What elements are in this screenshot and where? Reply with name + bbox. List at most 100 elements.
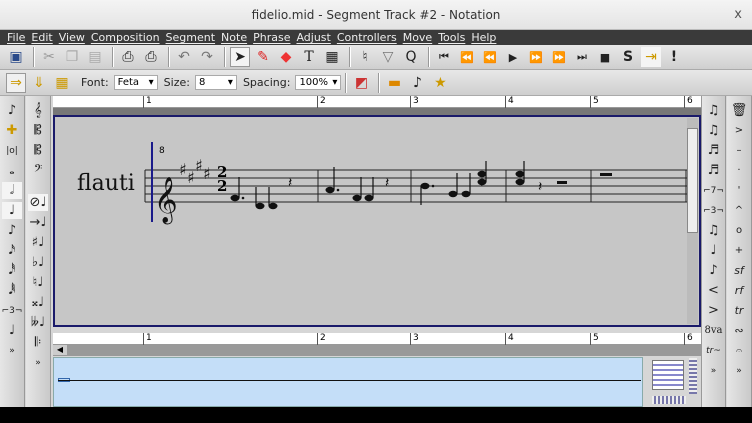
beam-icon[interactable]: ♬: [704, 142, 724, 159]
menu-segment[interactable]: Segment: [163, 30, 219, 45]
natural-icon[interactable]: ♮♩: [28, 274, 48, 291]
more-icon[interactable]: »: [28, 354, 48, 371]
multi-page-icon[interactable]: ▦: [52, 73, 72, 93]
scroll-to-follow-icon[interactable]: ⇥: [641, 47, 661, 67]
more-icon[interactable]: »: [2, 342, 22, 359]
triplet-icon[interactable]: ⌐3¬: [703, 202, 724, 219]
vertical-zoom-slider[interactable]: [689, 358, 697, 394]
guitar-tool-icon[interactable]: ♮: [355, 47, 375, 67]
marker-icon[interactable]: ★: [430, 73, 450, 93]
redo-icon[interactable]: ↷: [197, 47, 217, 67]
menu-edit[interactable]: Edit: [28, 30, 55, 45]
filter-icon[interactable]: ▽: [378, 47, 398, 67]
follow-accidental-icon[interactable]: →♩: [28, 214, 48, 231]
accent-icon[interactable]: >: [729, 122, 749, 139]
quantize-icon[interactable]: Q: [401, 47, 421, 67]
rewind-bar-icon[interactable]: ⏪: [457, 47, 477, 67]
tie-icon[interactable]: ♩: [704, 242, 724, 259]
chord-icon[interactable]: ♪: [704, 262, 724, 279]
goto-start-icon[interactable]: ⏮: [434, 47, 454, 67]
menu-file[interactable]: File: [4, 30, 28, 45]
trash-icon[interactable]: 🗑: [729, 102, 749, 119]
text-tool-icon[interactable]: T: [299, 47, 319, 67]
bottom-ruler[interactable]: 1 2 3 4 5 6: [53, 333, 701, 345]
paste-icon[interactable]: ▤: [85, 47, 105, 67]
ottava-icon[interactable]: 8va: [704, 322, 724, 339]
tenor-clef-icon[interactable]: 𝄡: [28, 142, 48, 159]
play-icon[interactable]: ▶: [503, 47, 523, 67]
panner[interactable]: [53, 357, 643, 407]
zoom-icon[interactable]: [652, 360, 684, 390]
horizontal-zoom-slider[interactable]: [652, 396, 686, 404]
bass-clef-icon[interactable]: 𝄢: [28, 162, 48, 179]
sixtyfourth-note-icon[interactable]: 𝅘𝅥𝅱: [2, 282, 22, 299]
stopped-icon[interactable]: +: [729, 242, 749, 259]
tempo-icon[interactable]: ♪: [407, 73, 427, 93]
half-note-icon[interactable]: 𝅗𝅥: [2, 182, 22, 199]
menu-view[interactable]: View: [56, 30, 88, 45]
menu-controllers[interactable]: Controllers: [334, 30, 400, 45]
treble-clef-icon[interactable]: 𝄞: [28, 102, 48, 119]
menu-tools[interactable]: Tools: [435, 30, 468, 45]
sforzando-icon[interactable]: sf: [729, 262, 749, 279]
staccatissimo-icon[interactable]: ': [729, 182, 749, 199]
more-icon[interactable]: »: [729, 362, 749, 379]
print-preview-icon[interactable]: ⎙: [141, 47, 161, 67]
pencil-icon[interactable]: ✎: [253, 47, 273, 67]
vertical-scrollbar[interactable]: [687, 118, 698, 324]
menu-phrase[interactable]: Phrase: [250, 30, 293, 45]
panic-icon[interactable]: !: [664, 47, 684, 67]
dot-icon[interactable]: ✚: [2, 122, 22, 139]
rinforzando-icon[interactable]: rf: [729, 282, 749, 299]
crescendo-icon[interactable]: <: [704, 282, 724, 299]
horizontal-scrollbar[interactable]: ◀: [53, 345, 701, 356]
breve-icon[interactable]: |o|: [2, 142, 22, 159]
beam-icon[interactable]: ♫: [704, 102, 724, 119]
linear-layout-icon[interactable]: ⇒: [6, 72, 26, 93]
no-accidental-icon[interactable]: ⊘♩: [28, 194, 48, 211]
tuplet-icon[interactable]: ⌐7¬: [703, 182, 724, 199]
scroll-left-icon[interactable]: ◀: [53, 345, 67, 355]
menu-note[interactable]: Note: [218, 30, 250, 45]
stop-icon[interactable]: ■: [595, 47, 615, 67]
beam-eighths-icon[interactable]: ♫: [704, 122, 724, 139]
sharp-icon[interactable]: ♯♩: [28, 234, 48, 251]
double-sharp-icon[interactable]: 𝄪♩: [28, 294, 48, 311]
tuplet-icon[interactable]: ⌐3¬: [2, 302, 23, 319]
menu-help[interactable]: Help: [468, 30, 499, 45]
trill-icon[interactable]: tr: [729, 302, 749, 319]
chord-tool-icon[interactable]: ▦: [322, 47, 342, 67]
ruler-icon[interactable]: ▬: [384, 73, 404, 93]
copy-icon[interactable]: ❐: [62, 47, 82, 67]
undo-icon[interactable]: ↶: [174, 47, 194, 67]
size-select[interactable]: 8 ▾: [194, 75, 237, 90]
spacing-select[interactable]: 100% ▾: [295, 75, 342, 90]
scroll-thumb[interactable]: [687, 128, 698, 233]
menu-adjust[interactable]: Adjust: [293, 30, 333, 45]
continuous-page-icon[interactable]: ⇓: [29, 73, 49, 93]
save-icon[interactable]: ▣: [6, 47, 26, 67]
solo-icon[interactable]: S: [618, 47, 638, 67]
forward-bar-icon[interactable]: ⏩: [549, 47, 569, 67]
staccato-icon[interactable]: ·: [729, 162, 749, 179]
segment-icon[interactable]: ◩: [351, 73, 371, 93]
decrescendo-icon[interactable]: >: [704, 302, 724, 319]
fermata-icon[interactable]: 𝄐: [729, 342, 749, 359]
print-icon[interactable]: ⎙: [118, 47, 138, 67]
font-select[interactable]: Feta ▾: [113, 75, 158, 90]
close-button[interactable]: x: [734, 0, 742, 30]
harmonic-icon[interactable]: o: [729, 222, 749, 239]
rewind-icon[interactable]: ⏪: [480, 47, 500, 67]
flat-icon[interactable]: ♭♩: [28, 254, 48, 271]
menu-composition[interactable]: Composition: [88, 30, 163, 45]
top-ruler[interactable]: 1 2 3 4 5 6: [53, 96, 701, 108]
goto-end-icon[interactable]: ⏭: [572, 47, 592, 67]
sixteenth-note-icon[interactable]: 𝅘𝅥𝅯: [2, 242, 22, 259]
tenuto-icon[interactable]: –: [729, 142, 749, 159]
eraser-icon[interactable]: ◆: [276, 47, 296, 67]
whole-note-icon[interactable]: 𝅝: [2, 162, 22, 179]
alto-clef-icon[interactable]: 𝄡: [28, 122, 48, 139]
double-flat-icon[interactable]: 𝄫♩: [28, 314, 48, 331]
menu-move[interactable]: Move: [400, 30, 436, 45]
insert-mode-icon[interactable]: ♪: [2, 102, 22, 119]
